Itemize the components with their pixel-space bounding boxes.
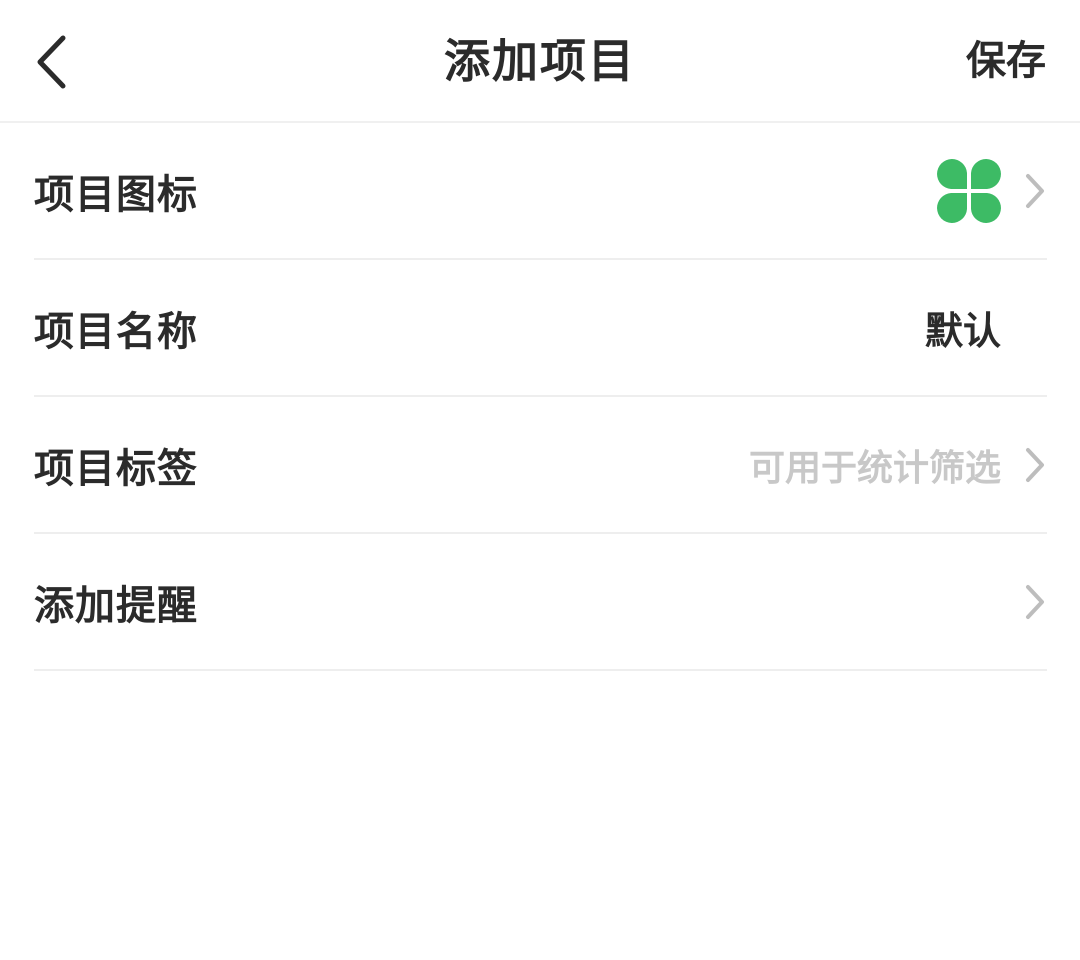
row-project-icon[interactable]: 项目图标 bbox=[34, 123, 1047, 260]
row-right bbox=[937, 123, 1047, 258]
tags-placeholder: 可用于统计筛选 bbox=[748, 447, 1001, 489]
row-project-name[interactable]: 项目名称 默认 bbox=[34, 260, 1047, 397]
save-button[interactable]: 保存 bbox=[966, 0, 1046, 123]
chevron-right-icon bbox=[1023, 171, 1047, 211]
clover-icon bbox=[937, 158, 1001, 223]
settings-list: 项目图标 项目名称 默认 项目标签 可用于统计筛选 添加提醒 bbox=[34, 123, 1047, 671]
row-label: 项目名称 bbox=[34, 308, 198, 355]
row-right: 默认 bbox=[925, 260, 1047, 395]
project-name-value[interactable]: 默认 bbox=[925, 300, 1001, 355]
add-project-screen: 添加项目 保存 项目图标 项目名称 默认 项目标签 可用于统计筛选 添加提醒 bbox=[0, 0, 1080, 960]
chevron-right-icon bbox=[1023, 445, 1047, 485]
row-add-reminder[interactable]: 添加提醒 bbox=[34, 534, 1047, 671]
page-title: 添加项目 bbox=[444, 34, 636, 88]
row-label: 项目标签 bbox=[34, 445, 198, 492]
chevron-right-icon bbox=[1023, 582, 1047, 622]
row-label: 项目图标 bbox=[34, 171, 198, 218]
row-project-tags[interactable]: 项目标签 可用于统计筛选 bbox=[34, 397, 1047, 534]
top-bar: 添加项目 保存 bbox=[0, 0, 1080, 123]
row-right bbox=[1023, 534, 1047, 669]
row-right: 可用于统计筛选 bbox=[749, 397, 1047, 532]
row-label: 添加提醒 bbox=[34, 582, 198, 629]
